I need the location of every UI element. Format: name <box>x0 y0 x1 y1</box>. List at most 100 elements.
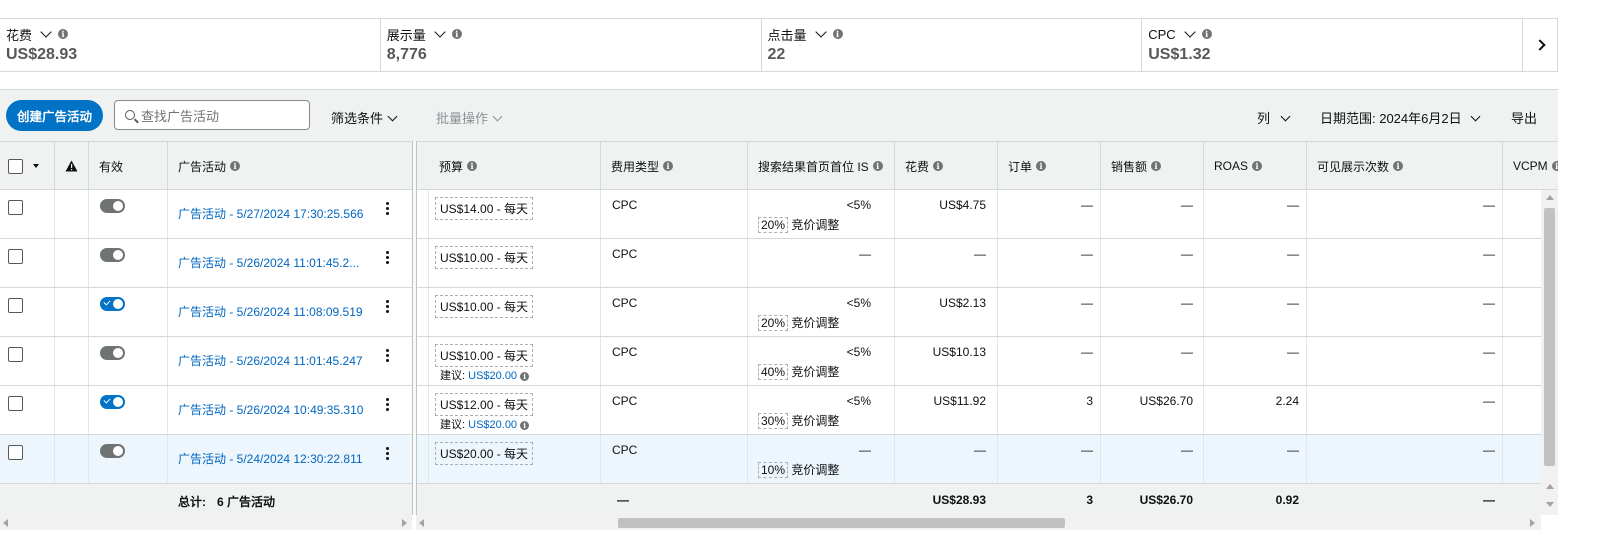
horizontal-scrollbar-frozen[interactable] <box>0 515 412 530</box>
campaign-link[interactable]: 广告活动 - 5/26/2024 11:08:09.519 <box>178 303 372 320</box>
select-all-checkbox[interactable] <box>8 158 23 174</box>
info-icon[interactable]: i <box>1252 161 1263 171</box>
campaign-link[interactable]: 广告活动 - 5/27/2024 17:30:25.566 <box>178 205 372 222</box>
select-all-header[interactable] <box>0 142 55 190</box>
info-icon[interactable]: i <box>467 161 478 171</box>
chevron-down-icon[interactable] <box>1184 26 1196 38</box>
budget-value[interactable]: US$10.00 - 每天 <box>435 344 534 367</box>
scroll-left-icon[interactable] <box>419 519 424 527</box>
scroll-up-icon[interactable] <box>1546 484 1554 489</box>
info-icon[interactable]: i <box>230 161 241 171</box>
header-budget[interactable]: 预算 i <box>429 142 601 190</box>
info-icon[interactable]: i <box>1201 29 1212 39</box>
scroll-right-icon[interactable] <box>1530 519 1535 527</box>
caret-down-icon[interactable] <box>33 164 39 168</box>
active-toggle[interactable] <box>100 297 125 311</box>
scroll-right-icon[interactable] <box>402 519 407 527</box>
chevron-down-icon[interactable] <box>434 26 446 38</box>
info-icon[interactable]: i <box>1151 161 1162 171</box>
suggestion-value[interactable]: US$20.00 <box>468 370 517 382</box>
campaign-link[interactable]: 广告活动 - 5/26/2024 10:49:35.310 <box>178 401 372 418</box>
more-options-icon[interactable] <box>386 251 390 266</box>
metrics-next-button[interactable] <box>1523 19 1557 71</box>
bid-adjustment[interactable]: 10% 竞价调整 <box>758 461 839 478</box>
header-roas[interactable]: ROAS i <box>1204 142 1307 190</box>
row-checkbox[interactable] <box>8 200 23 215</box>
filter-dropdown[interactable]: 筛选条件 <box>331 108 400 127</box>
active-toggle[interactable] <box>100 248 125 262</box>
info-icon[interactable]: i <box>520 372 530 381</box>
horizontal-scrollbar[interactable] <box>416 515 1541 530</box>
viewable-value: — <box>1483 296 1495 310</box>
more-options-icon[interactable] <box>386 447 390 462</box>
row-checkbox[interactable] <box>8 249 23 264</box>
info-icon[interactable]: i <box>933 161 944 171</box>
metric-cpc[interactable]: CPC i US$1.32 <box>1142 19 1523 71</box>
header-top-of-search[interactable]: 搜索结果首页首位 IS i <box>748 142 895 190</box>
chevron-down-icon[interactable] <box>40 26 52 38</box>
budget-value[interactable]: US$10.00 - 每天 <box>435 246 534 269</box>
row-checkbox[interactable] <box>8 347 23 362</box>
budget-value[interactable]: US$14.00 - 每天 <box>435 197 534 220</box>
campaign-link[interactable]: 广告活动 - 5/24/2024 12:30:22.811 <box>178 450 372 467</box>
header-cost-type[interactable]: 费用类型 i <box>601 142 748 190</box>
info-icon[interactable]: i <box>872 161 883 171</box>
info-icon[interactable]: i <box>663 161 674 171</box>
row-checkbox[interactable] <box>8 445 23 460</box>
row-checkbox[interactable] <box>8 298 23 313</box>
header-sales[interactable]: 销售额 i <box>1101 142 1204 190</box>
info-icon[interactable]: i <box>1551 161 1558 171</box>
chevron-down-icon[interactable] <box>814 26 827 38</box>
scroll-left-icon[interactable] <box>3 519 8 527</box>
metric-value: US$1.32 <box>1148 46 1211 63</box>
header-vcpm[interactable]: VCPM i <box>1503 142 1558 190</box>
more-options-icon[interactable] <box>386 398 390 413</box>
header-label: 广告活动 <box>178 159 227 174</box>
campaign-link[interactable]: 广告活动 - 5/26/2024 11:01:45.2... <box>178 254 372 271</box>
suggestion-value[interactable]: US$20.00 <box>468 419 517 431</box>
bulk-actions-dropdown[interactable]: 批量操作 <box>436 108 505 127</box>
campaign-link[interactable]: 广告活动 - 5/26/2024 11:01:45.247 <box>178 352 372 369</box>
metric-impressions[interactable]: 展示量 i 8,776 <box>381 19 762 71</box>
scroll-up-icon[interactable] <box>1546 195 1554 200</box>
info-icon[interactable]: i <box>451 29 462 39</box>
info-icon[interactable]: i <box>58 29 69 39</box>
search-input[interactable]: 查找广告活动 <box>114 100 310 130</box>
active-toggle[interactable] <box>100 199 125 213</box>
active-toggle[interactable] <box>100 444 125 458</box>
row-checkbox[interactable] <box>8 396 23 411</box>
scroll-down-icon[interactable] <box>1546 502 1554 507</box>
export-button[interactable]: 导出 <box>1511 108 1537 127</box>
header-campaign[interactable]: 广告活动 i <box>168 142 413 190</box>
bid-adjustment[interactable]: 30% 竞价调整 <box>758 412 839 429</box>
more-options-icon[interactable] <box>386 202 390 217</box>
frozen-column-divider[interactable] <box>412 141 417 515</box>
bid-adjustment[interactable]: 20% 竞价调整 <box>758 216 839 233</box>
columns-dropdown[interactable]: 列 <box>1257 108 1293 127</box>
budget-value[interactable]: US$20.00 - 每天 <box>435 442 534 465</box>
active-toggle[interactable] <box>100 395 125 409</box>
header-active[interactable]: 有效 <box>89 142 168 190</box>
create-campaign-button[interactable]: 创建广告活动 <box>6 100 103 131</box>
budget-value[interactable]: US$12.00 - 每天 <box>435 393 534 416</box>
info-icon[interactable]: i <box>520 421 530 430</box>
metric-spend[interactable]: 花费 i US$28.93 <box>0 19 381 71</box>
metric-clicks[interactable]: 点击量 i 22 <box>762 19 1143 71</box>
bid-adjustment[interactable]: 40% 竞价调整 <box>758 363 839 380</box>
bid-adjustment[interactable]: 20% 竞价调整 <box>758 314 839 331</box>
header-viewable-impressions[interactable]: 可见展示次数 i <box>1307 142 1503 190</box>
info-icon[interactable]: i <box>832 29 843 39</box>
column-divider <box>54 190 55 238</box>
vertical-scroll-thumb[interactable] <box>1544 208 1555 466</box>
more-options-icon[interactable] <box>386 300 390 315</box>
header-orders[interactable]: 订单 i <box>998 142 1101 190</box>
info-icon[interactable]: i <box>1393 161 1404 171</box>
header-spend[interactable]: 花费 i <box>895 142 998 190</box>
active-toggle[interactable] <box>100 346 125 360</box>
info-icon[interactable]: i <box>1036 161 1047 171</box>
budget-value[interactable]: US$10.00 - 每天 <box>435 295 534 318</box>
horizontal-scroll-thumb[interactable] <box>618 518 1065 528</box>
vertical-scrollbar[interactable] <box>1541 190 1558 515</box>
date-range-dropdown[interactable]: 日期范围: 2024年6月2日 <box>1320 108 1483 127</box>
more-options-icon[interactable] <box>386 349 390 364</box>
